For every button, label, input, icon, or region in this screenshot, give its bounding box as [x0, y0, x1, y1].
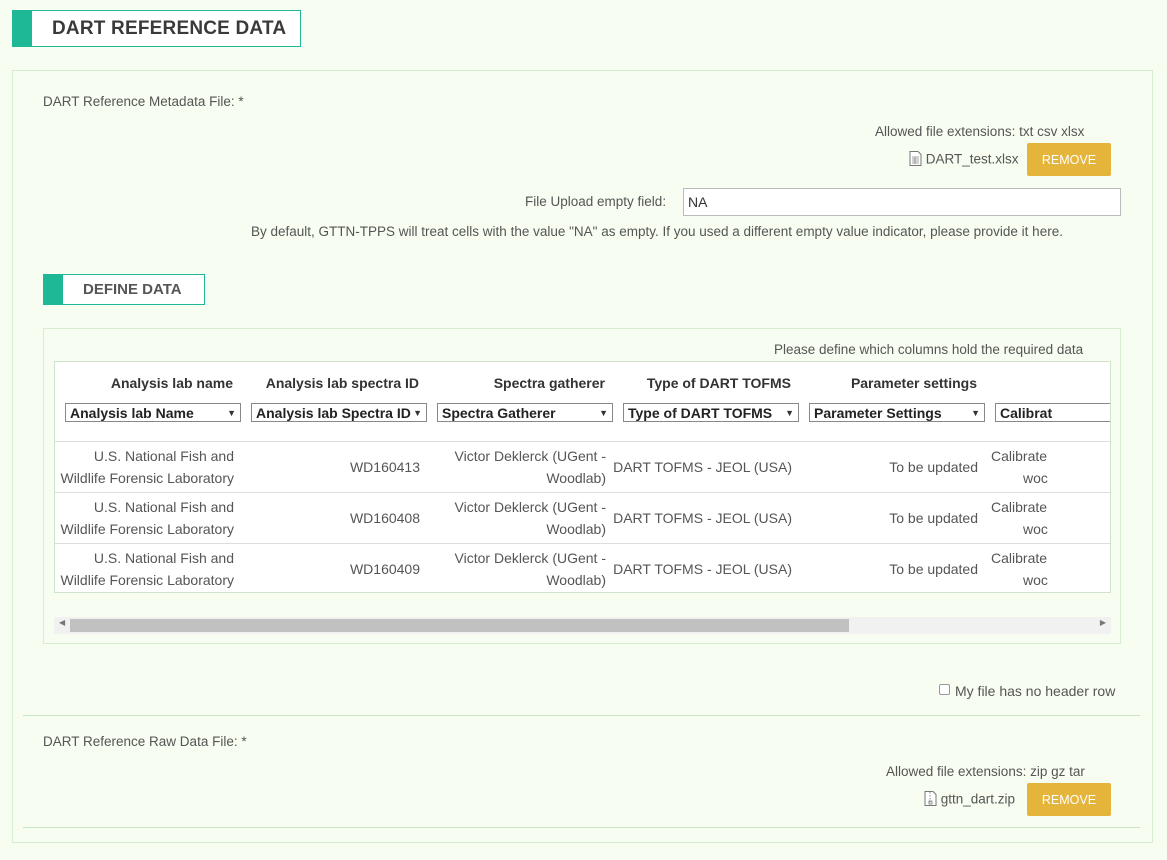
table-cell: To be updated — [799, 441, 985, 493]
metadata-file-entry: DART_test.xlsx — [909, 151, 1019, 169]
dropdown-arrow-icon: ▼ — [413, 407, 422, 418]
no-header-checkbox[interactable] — [939, 684, 950, 695]
column-select-3[interactable]: Spectra Gatherer ▼ — [437, 403, 613, 422]
column-select-2[interactable]: Analysis lab Spectra ID ▼ — [251, 403, 427, 422]
table-cell: Victor Deklerck (UGent - Woodlab) — [427, 441, 613, 493]
table-row: U.S. National Fish and Wildlife Forensic … — [55, 492, 1110, 544]
metadata-filename[interactable]: DART_test.xlsx — [926, 152, 1019, 167]
dropdown-arrow-icon: ▼ — [971, 407, 980, 418]
column-header-1: Analysis lab name Analysis lab Name ▼ — [55, 362, 241, 442]
remove-raw-file-button[interactable]: REMOVE — [1027, 783, 1111, 816]
table-cell: To be updated — [799, 492, 985, 544]
column-header-2: Analysis lab spectra ID Analysis lab Spe… — [241, 362, 427, 442]
table-cell: Victor Deklerck (UGent - Woodlab) — [427, 543, 613, 592]
define-data-title-box: DEFINE DATA — [43, 274, 205, 305]
column-header-5: Parameter settings Parameter Settings ▼ — [799, 362, 985, 442]
no-header-label: My file has no header row — [955, 683, 1116, 699]
title-accent-bar — [13, 11, 32, 46]
raw-file-label: DART Reference Raw Data File: * — [43, 734, 247, 749]
horizontal-scrollbar[interactable]: ◀ ▶ — [54, 617, 1111, 634]
table-cell: DART TOFMS - JEOL (USA) — [613, 492, 799, 544]
define-data-title: DEFINE DATA — [83, 281, 182, 298]
table-cell: U.S. National Fish and Wildlife Forensic … — [55, 543, 241, 592]
spreadsheet-file-icon — [909, 151, 922, 169]
table-cell: Calibrate woc — [985, 441, 1110, 493]
remove-metadata-file-button[interactable]: REMOVE — [1027, 143, 1111, 176]
column-select-6[interactable]: Calibrat▼ — [995, 403, 1110, 422]
column-select-5[interactable]: Parameter Settings ▼ — [809, 403, 985, 422]
table-cell: U.S. National Fish and Wildlife Forensic … — [55, 441, 241, 493]
raw-allowed-extensions: Allowed file extensions: zip gz tar — [886, 764, 1085, 779]
divider — [23, 715, 1140, 716]
page-title: DART REFERENCE DATA — [52, 17, 287, 39]
table-cell: U.S. National Fish and Wildlife Forensic … — [55, 492, 241, 544]
page-title-box: DART REFERENCE DATA — [12, 10, 301, 47]
scroll-right-arrow-icon[interactable]: ▶ — [1100, 618, 1106, 627]
table-cell: Victor Deklerck (UGent - Woodlab) — [427, 492, 613, 544]
define-data-accent-bar — [44, 275, 63, 304]
column-header-3: Spectra gatherer Spectra Gatherer ▼ — [427, 362, 613, 442]
table-cell: WD160409 — [241, 543, 427, 592]
column-definition-table: Analysis lab name Analysis lab Name ▼ Ana… — [54, 361, 1111, 593]
column-header-4: Type of DART TOFMS Type of DART TOFMS ▼ — [613, 362, 799, 442]
dropdown-arrow-icon: ▼ — [599, 407, 608, 418]
table-cell: WD160413 — [241, 441, 427, 493]
table-cell: WD160408 — [241, 492, 427, 544]
archive-file-icon — [924, 791, 937, 809]
raw-filename[interactable]: gttn_dart.zip — [941, 792, 1015, 807]
column-select-4[interactable]: Type of DART TOFMS ▼ — [623, 403, 799, 422]
table-cell: DART TOFMS - JEOL (USA) — [613, 441, 799, 493]
table-row: U.S. National Fish and Wildlife Forensic … — [55, 441, 1110, 493]
empty-field-label: File Upload empty field: — [525, 194, 667, 209]
table-cell: To be updated — [799, 543, 985, 592]
raw-file-entry: gttn_dart.zip — [924, 791, 1015, 809]
scroll-left-arrow-icon[interactable]: ◀ — [59, 618, 65, 627]
table-cell: Calibrate woc — [985, 492, 1110, 544]
empty-field-help: By default, GTTN-TPPS will treat cells w… — [251, 224, 1063, 239]
dropdown-arrow-icon: ▼ — [785, 407, 794, 418]
metadata-allowed-extensions: Allowed file extensions: txt csv xlsx — [875, 124, 1085, 139]
scrollbar-thumb[interactable] — [70, 619, 849, 632]
table-cell: Calibrate woc — [985, 543, 1110, 592]
define-data-instruction: Please define which columns hold the req… — [774, 342, 1084, 357]
column-select-1[interactable]: Analysis lab Name ▼ — [65, 403, 241, 422]
divider — [23, 827, 1140, 828]
metadata-file-label: DART Reference Metadata File: * — [43, 94, 244, 109]
table-cell: DART TOFMS - JEOL (USA) — [613, 543, 799, 592]
empty-field-input[interactable] — [683, 188, 1121, 216]
table-row: U.S. National Fish and Wildlife Forensic … — [55, 543, 1110, 592]
dropdown-arrow-icon: ▼ — [227, 407, 236, 418]
column-header-6: Calibrat▼ — [985, 362, 1110, 442]
